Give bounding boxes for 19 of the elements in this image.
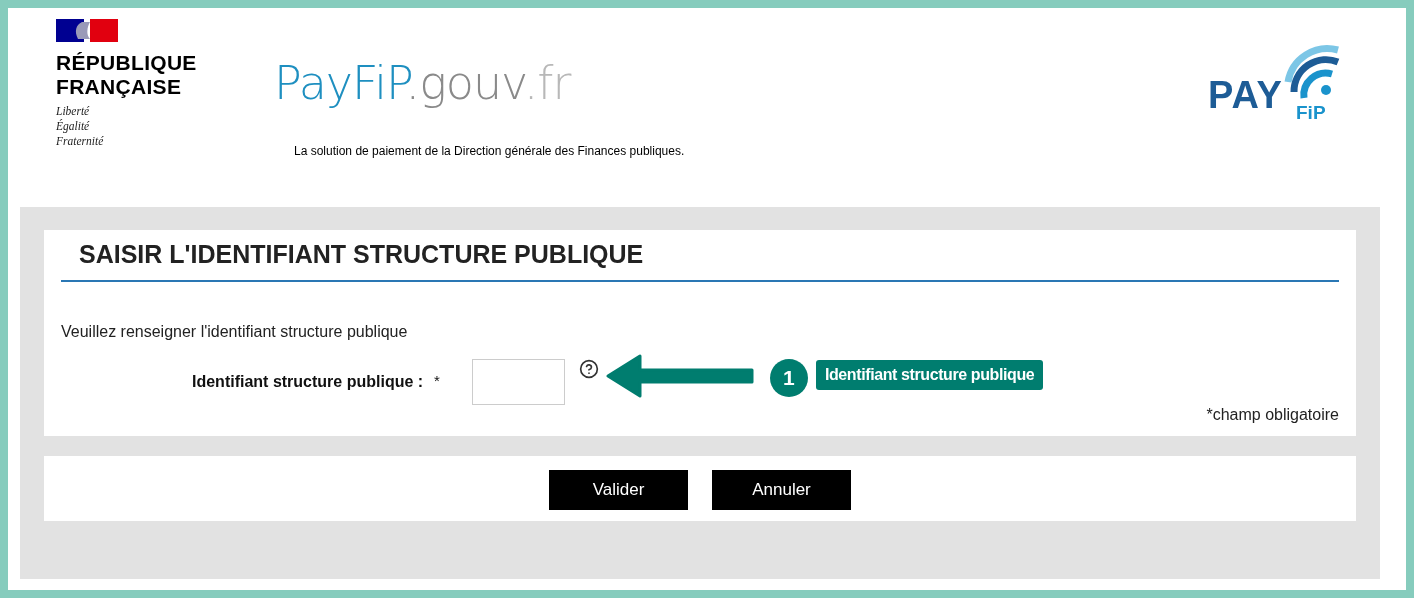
tagline: La solution de paiement de la Direction générale des Finances publiques. — [294, 144, 685, 158]
arrow-icon — [605, 353, 756, 399]
required-note: *champ obligatoire — [1206, 406, 1339, 424]
intro-text: Veuillez renseigner l'identifiant structure publique — [61, 323, 409, 341]
validate-button[interactable]: Valider — [549, 470, 688, 510]
step-number-badge: 1 — [769, 359, 808, 397]
motto: Liberté Égalité Fraternité — [56, 104, 105, 149]
input-field[interactable] — [471, 359, 565, 405]
required-mark: * — [434, 372, 440, 389]
site-logo-text: PayFiP.gouv.fr — [274, 57, 573, 109]
logo-text: PAY — [1208, 74, 1283, 117]
flag-logo-icon — [56, 19, 118, 42]
annotation-label: Identifiant structure publique — [815, 360, 1044, 390]
page-title: SAISIR L'IDENTIFIANT STRUCTURE PUBLIQUE — [61, 230, 1339, 282]
republic-name: RÉPUBLIQUE FRANÇAISE — [56, 51, 198, 99]
cancel-button[interactable]: Annuler — [712, 470, 851, 510]
logo-subtext: FiP — [1296, 102, 1326, 124]
field-label: Identifiant structure publique : — [192, 373, 424, 391]
help-icon[interactable] — [578, 359, 599, 379]
